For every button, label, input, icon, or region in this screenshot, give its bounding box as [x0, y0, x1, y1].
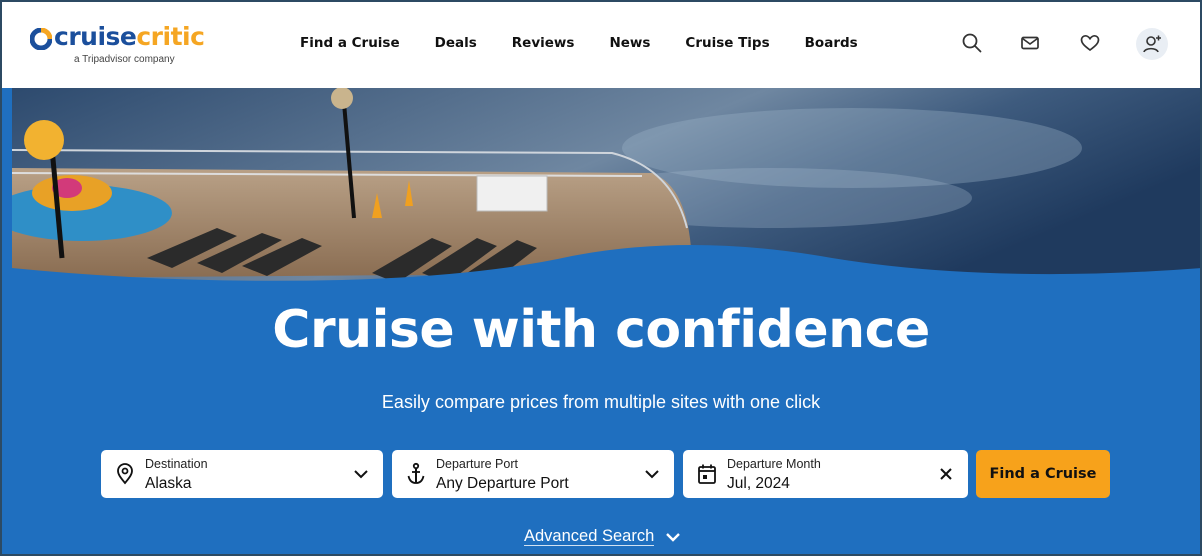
nav-find-a-cruise[interactable]: Find a Cruise	[300, 35, 400, 51]
logo-text-part1: cruise	[54, 22, 137, 51]
departure-month-value: Jul, 2024	[727, 475, 790, 492]
search-icon[interactable]	[961, 32, 983, 54]
hero-headline: Cruise with confidence	[272, 300, 930, 360]
logo-text: cruisecritic	[54, 22, 205, 51]
logo-mark-icon	[30, 28, 52, 50]
departure-month-label: Departure Month	[727, 457, 821, 471]
nav-boards[interactable]: Boards	[805, 35, 858, 51]
advanced-search-label: Advanced Search	[524, 527, 655, 546]
chevron-down-icon	[666, 532, 680, 542]
calendar-icon	[698, 464, 716, 484]
main-nav: Find a Cruise Deals Reviews News Cruise …	[300, 35, 893, 51]
departure-month-select[interactable]: Departure Month Jul, 2024	[683, 450, 968, 498]
user-account-button[interactable]	[1136, 28, 1168, 60]
destination-select[interactable]: Destination Alaska	[101, 450, 383, 498]
destination-value: Alaska	[145, 475, 192, 492]
nav-deals[interactable]: Deals	[435, 35, 477, 51]
nav-news[interactable]: News	[609, 35, 650, 51]
find-a-cruise-button[interactable]: Find a Cruise	[976, 450, 1110, 498]
chevron-down-icon	[354, 470, 368, 479]
logo-tagline: a Tripadvisor company	[74, 54, 175, 65]
departure-port-select[interactable]: Departure Port Any Departure Port	[392, 450, 674, 498]
logo-text-part2: critic	[136, 22, 205, 51]
departure-port-label: Departure Port	[436, 457, 518, 471]
anchor-icon	[407, 462, 425, 484]
destination-label: Destination	[145, 457, 208, 471]
nav-reviews[interactable]: Reviews	[512, 35, 575, 51]
advanced-search-link[interactable]: Advanced Search	[524, 527, 681, 546]
mail-icon[interactable]	[1019, 32, 1041, 54]
clear-icon[interactable]	[938, 466, 954, 482]
hero-subline: Easily compare prices from multiple site…	[381, 392, 821, 412]
nav-cruise-tips[interactable]: Cruise Tips	[685, 35, 769, 51]
user-add-icon	[1143, 35, 1161, 53]
heart-icon[interactable]	[1079, 32, 1101, 54]
site-header: cruisecritic a Tripadvisor company Find …	[0, 0, 1202, 88]
chevron-down-icon	[645, 470, 659, 479]
location-pin-icon	[117, 463, 133, 485]
departure-port-value: Any Departure Port	[436, 475, 569, 492]
